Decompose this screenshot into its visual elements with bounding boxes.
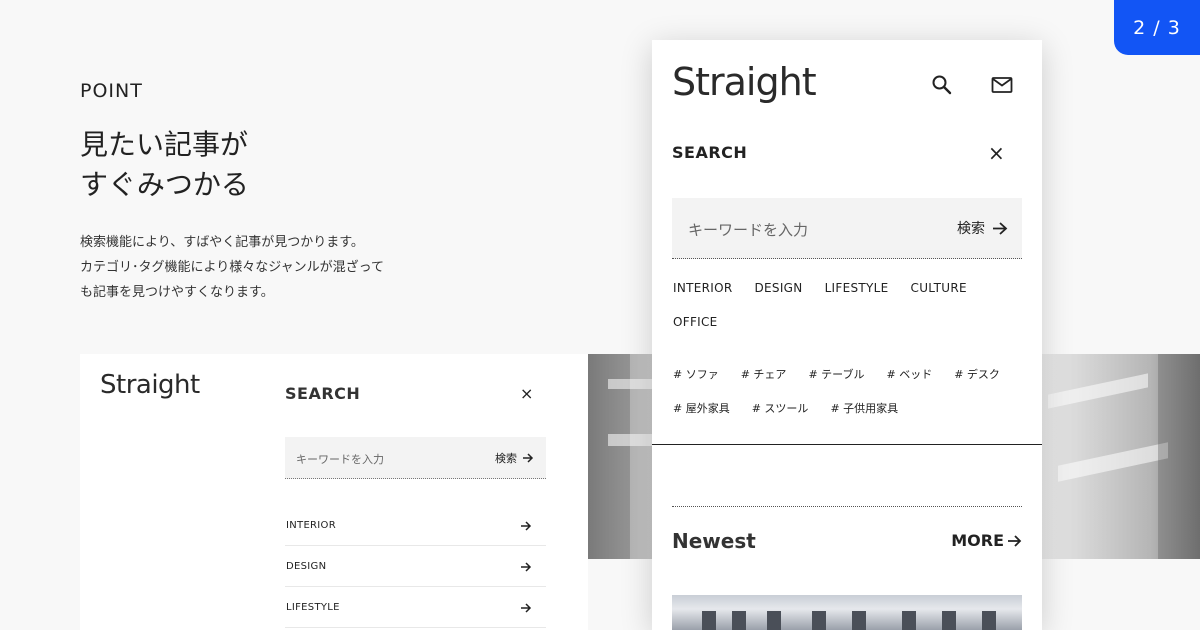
description-line: カテゴリ･タグ機能により様々なジャンルが混ざって <box>80 260 384 275</box>
desktop-search-preview: Straight SEARCH × キーワードを入力 検索 INTERIOR D… <box>80 354 588 630</box>
description: 検索機能により、すばやく記事が見つかります。 カテゴリ･タグ機能により様々なジャ… <box>80 230 384 305</box>
headline: 見たい記事が すぐみつかる <box>80 125 249 205</box>
logo[interactable]: Straight <box>100 370 200 400</box>
newest-heading: Newest <box>672 529 756 553</box>
arrow-right-icon <box>1008 534 1022 547</box>
tag-link[interactable]: # テーブル <box>808 366 864 383</box>
arrow-right-icon <box>523 453 534 463</box>
mail-icon[interactable] <box>990 73 1014 97</box>
more-link[interactable]: MORE <box>951 531 1022 550</box>
category-link[interactable]: INTERIOR <box>673 280 733 297</box>
search-placeholder: キーワードを入力 <box>688 221 809 239</box>
description-line: 検索機能により、すばやく記事が見つかります。 <box>80 235 364 250</box>
tag-link[interactable]: # チェア <box>741 366 787 383</box>
tag-link[interactable]: # 子供用家具 <box>830 400 898 417</box>
category-link[interactable]: OFFICE <box>673 314 718 331</box>
dotted-divider <box>672 506 1022 507</box>
arrow-right-icon <box>993 221 1008 235</box>
description-line: も記事を見つけやすくなります。 <box>80 285 274 300</box>
category-label: LIFESTYLE <box>286 602 340 613</box>
mobile-search-preview: Straight SEARCH × キーワードを入力 検索 INTERIOR D… <box>652 40 1042 630</box>
point-label: POINT <box>80 80 143 102</box>
search-input[interactable]: キーワードを入力 検索 <box>285 437 546 479</box>
tag-link[interactable]: # スツール <box>752 400 809 417</box>
search-button[interactable]: 検索 <box>957 218 1008 238</box>
arrow-right-icon <box>521 602 532 613</box>
category-item[interactable]: DESIGN <box>285 547 546 587</box>
category-label: DESIGN <box>286 561 327 572</box>
page-counter-badge: 2 / 3 <box>1114 0 1200 55</box>
close-icon[interactable]: × <box>988 141 1005 165</box>
headline-line: 見たい記事が <box>80 128 249 161</box>
category-item[interactable]: LIFESTYLE <box>285 588 546 628</box>
section-divider <box>652 444 1042 445</box>
article-thumbnail[interactable] <box>672 595 1022 630</box>
search-input[interactable]: キーワードを入力 検索 <box>672 198 1022 259</box>
more-label: MORE <box>951 531 1004 550</box>
category-list: INTERIOR DESIGN LIFESTYLE CULTURE OFFICE <box>673 280 1003 331</box>
arrow-right-icon <box>521 520 532 531</box>
category-label: INTERIOR <box>286 520 336 531</box>
category-link[interactable]: LIFESTYLE <box>825 280 889 297</box>
arrow-right-icon <box>521 561 532 572</box>
search-title: SEARCH <box>285 384 361 403</box>
category-link[interactable]: CULTURE <box>911 280 967 297</box>
tag-link[interactable]: # デスク <box>954 366 1000 383</box>
tag-link[interactable]: # 屋外家具 <box>673 400 730 417</box>
logo[interactable]: Straight <box>672 60 817 104</box>
close-icon[interactable]: × <box>520 384 533 403</box>
tag-link[interactable]: # ソファ <box>673 366 719 383</box>
search-icon[interactable] <box>930 73 954 97</box>
category-link[interactable]: DESIGN <box>755 280 803 297</box>
category-item[interactable]: INTERIOR <box>285 506 546 546</box>
search-button-label: 検索 <box>957 221 985 237</box>
search-button[interactable]: 検索 <box>495 450 534 466</box>
tag-list: # ソファ # チェア # テーブル # ベッド # デスク # 屋外家具 # … <box>673 366 1013 417</box>
tag-link[interactable]: # ベッド <box>887 366 933 383</box>
search-button-label: 検索 <box>495 452 517 465</box>
headline-line: すぐみつかる <box>80 168 249 201</box>
search-title: SEARCH <box>672 143 748 162</box>
search-placeholder: キーワードを入力 <box>296 453 384 466</box>
